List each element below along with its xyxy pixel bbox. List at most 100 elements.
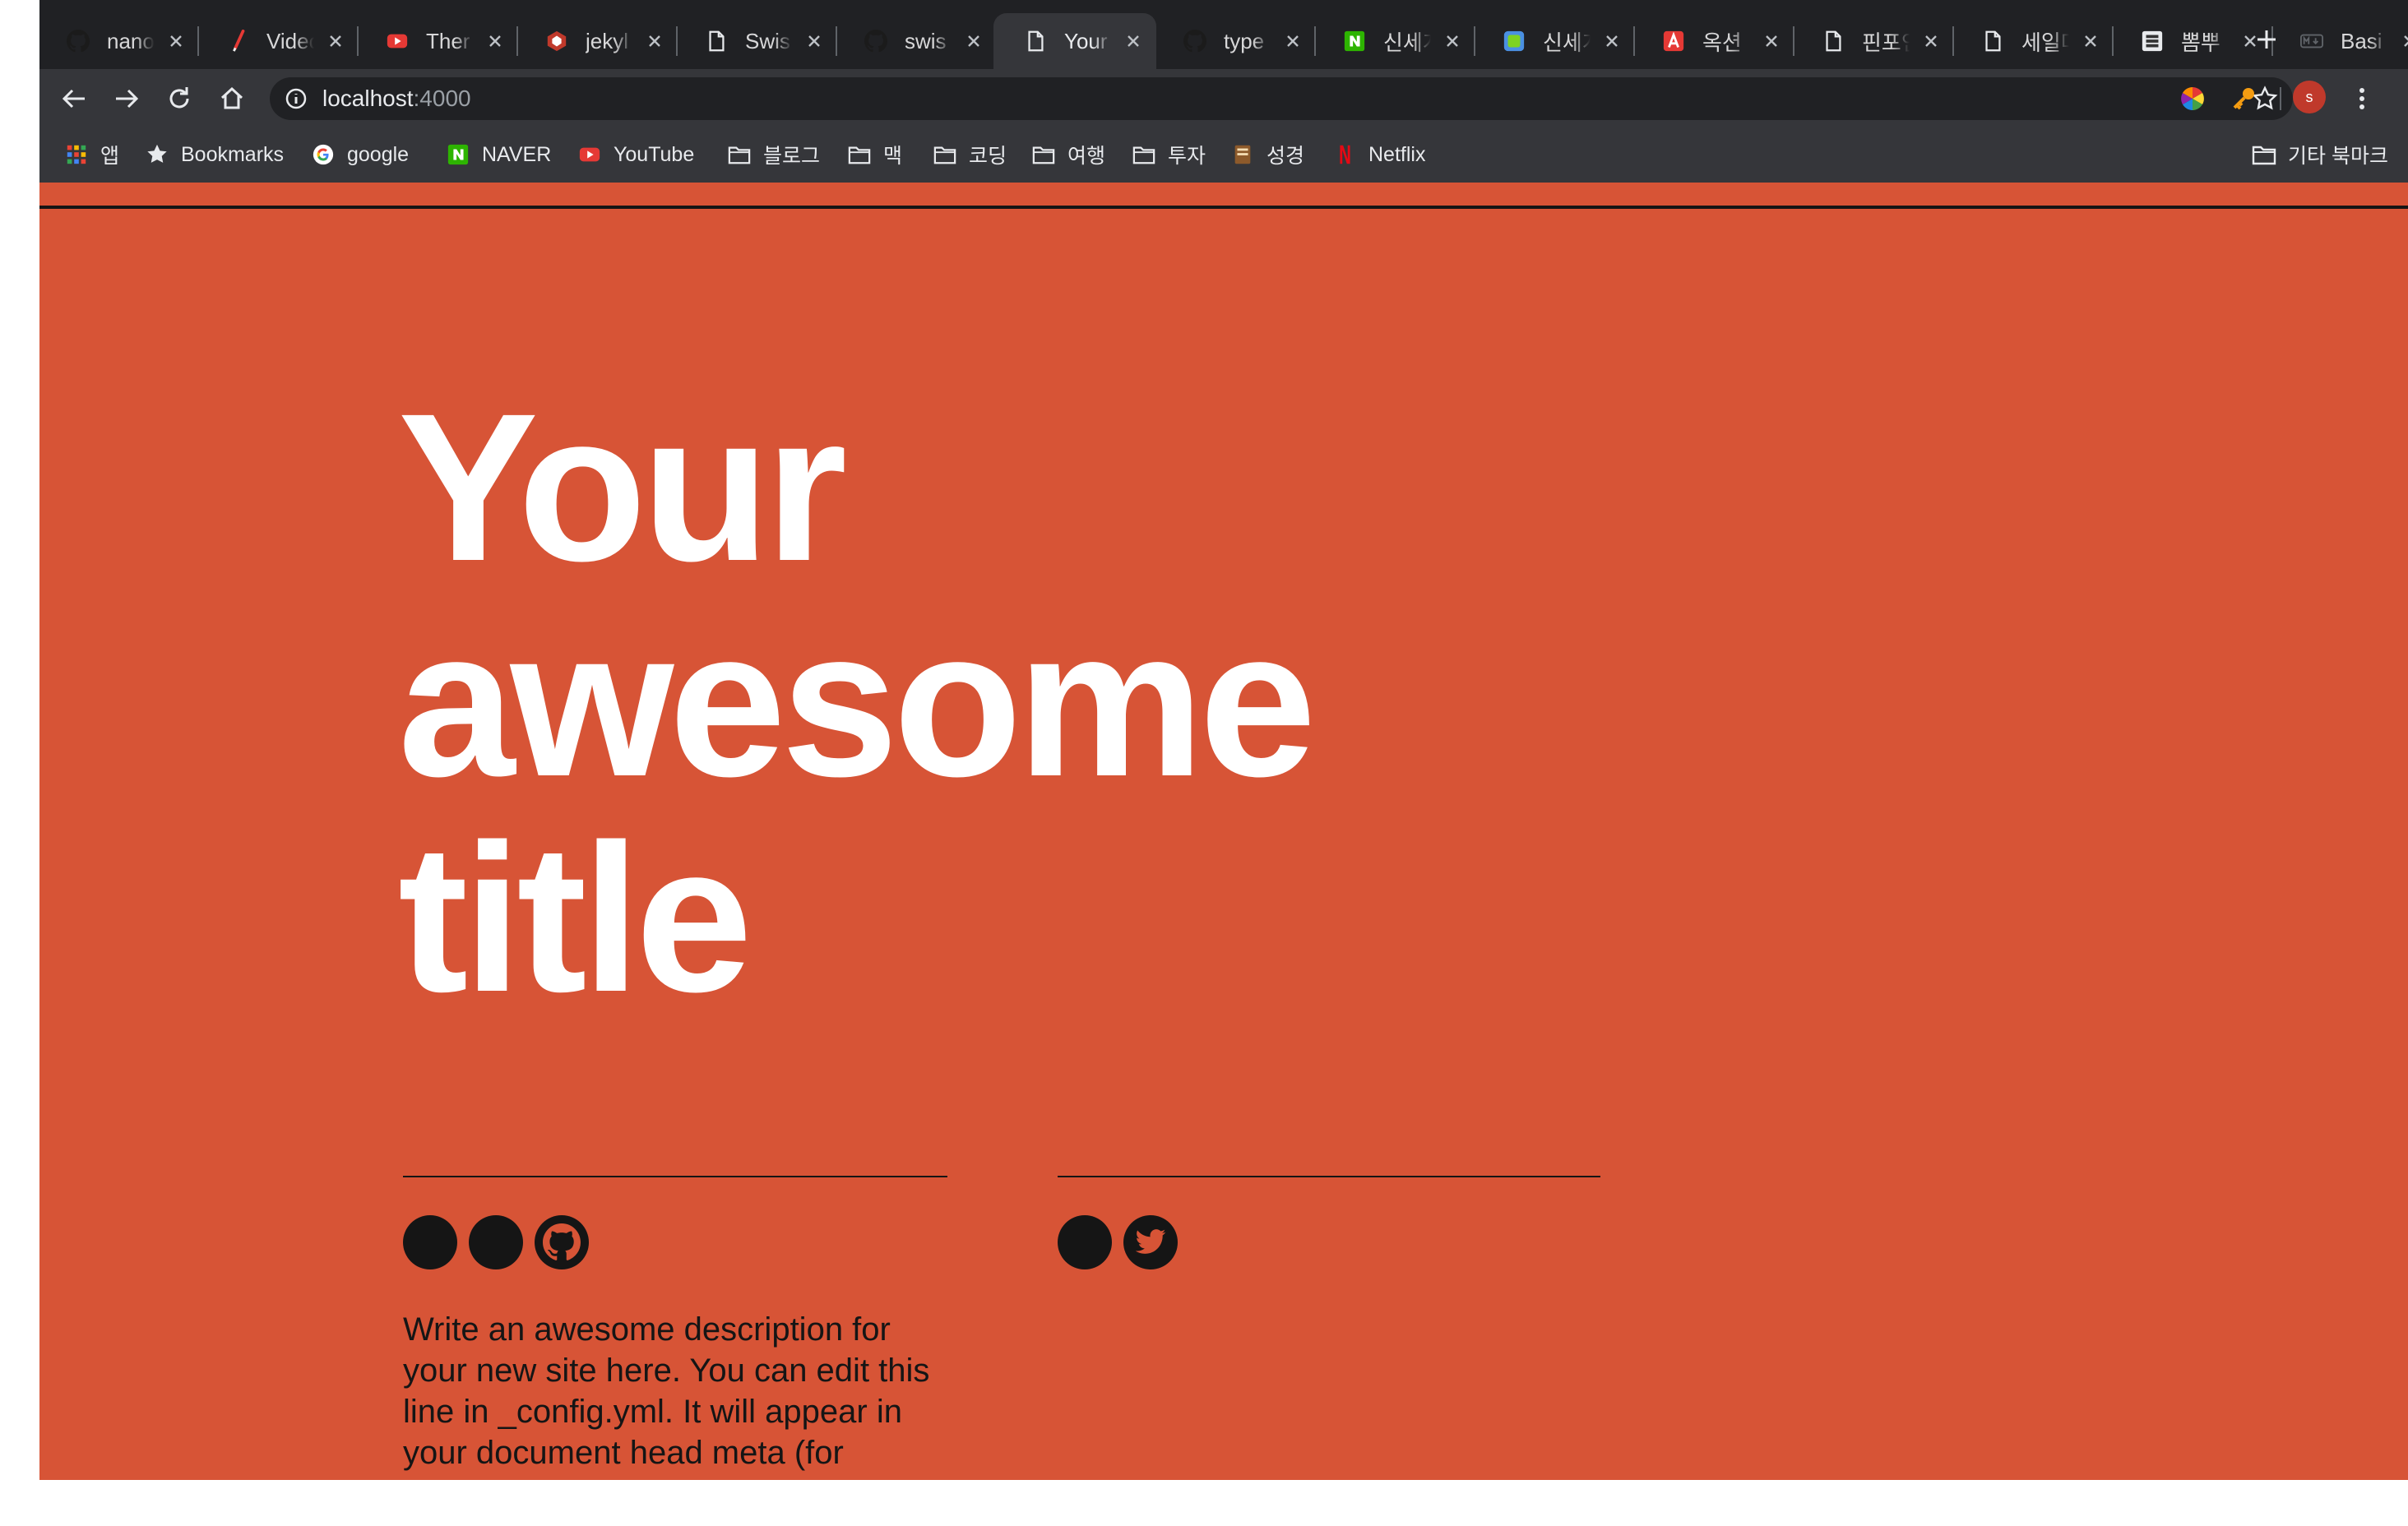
browser-tab[interactable]: 옥션 [1632,13,1794,69]
home-button[interactable] [215,82,248,115]
close-icon [2085,35,2096,47]
page-content: Your awesome title Write an awesome desc… [39,183,2408,1480]
toolbar-divider [2280,87,2281,110]
tab-separator [357,26,359,56]
address-bar[interactable]: localhost:4000 [270,77,2293,120]
url-port: :4000 [413,86,471,111]
browser-tab[interactable]: 신세계 [1313,13,1475,69]
bookmark-item[interactable]: google [311,138,409,171]
browser-tab[interactable]: Ther [355,13,518,69]
star-icon [145,142,169,167]
tab-close-button[interactable] [1760,30,1783,53]
arrow-right-icon [116,89,139,109]
other-bookmarks[interactable]: 기타 북마크 [2252,138,2388,171]
folder-icon [2252,142,2276,167]
bookmark-item[interactable]: 블로그 [727,138,820,171]
browser-tab[interactable]: swis [834,13,997,69]
browser-tab[interactable]: jekyl [515,13,678,69]
info-icon[interactable] [285,87,308,110]
social-link-3[interactable] [1058,1215,1112,1269]
tab-title: Ther [426,28,470,53]
apps-grid-icon [64,142,89,167]
folder-icon [1031,142,1056,167]
tab-separator [516,26,518,56]
tab-close-button[interactable] [1919,30,1943,53]
profile-avatar[interactable]: s [2293,81,2326,113]
menu-button[interactable] [2347,84,2377,113]
browser-tab[interactable]: 세일마 [1951,13,2114,69]
social-link-2[interactable] [469,1215,523,1269]
tab-close-button[interactable] [1600,30,1623,53]
tab-close-button[interactable] [2079,30,2102,53]
browser-tab[interactable]: Swis [674,13,837,69]
bookmark-item[interactable]: 성경 [1230,138,1304,171]
browser-tab[interactable]: nano [39,13,199,69]
browser-tab[interactable]: Your [993,13,1156,69]
document-icon [704,29,729,53]
tab-close-button[interactable] [484,30,507,53]
back-button[interactable] [58,82,90,115]
browser-tab[interactable]: 신세계 [1472,13,1635,69]
github-icon [543,1223,581,1260]
youtube-icon [577,142,602,167]
site-description: Write an awesome description for your ne… [403,1311,930,1471]
bookmarks-bar: 앱 Bookmarks google NAVER YouTube 블로그 맥 코딩 여행 투자 성경… [39,127,2408,183]
tab-close-button[interactable] [1441,30,1464,53]
tab-close-button[interactable] [803,30,826,53]
right-column-rule [1058,1176,1600,1177]
tab-separator [1793,26,1794,56]
key-extension-button[interactable] [2229,84,2258,113]
github-link[interactable] [535,1215,589,1269]
tab-separator [1314,26,1316,56]
tab-title: nano [107,28,155,53]
browser-tab[interactable]: 핀포인트 [1791,13,1954,69]
close-icon [489,35,501,47]
tab-title: Video [266,28,314,53]
reload-button[interactable] [163,82,196,115]
close-icon [2404,35,2408,47]
key-icon [2233,88,2254,110]
bookmark-item[interactable]: Bookmarks [145,138,284,171]
tab-separator [1952,26,1954,56]
bookmark-label: 맥 [883,145,903,168]
tab-close-button[interactable] [164,30,188,53]
bookmark-item[interactable]: 맥 [847,138,902,171]
tab-title: 핀포인트 [1862,30,1910,55]
bookmark-label: 앱 [100,145,120,168]
bookmark-item[interactable]: 앱 [64,138,119,171]
github-icon [66,29,90,53]
bookmark-item[interactable]: NAVER [446,138,551,171]
bookmark-item[interactable]: YouTube [577,138,694,171]
toolbar: localhost:4000 [39,69,2408,127]
bookmark-item[interactable]: 여행 [1031,138,1105,171]
markdown-icon [2299,29,2324,53]
tab-close-button[interactable] [324,30,347,53]
tab-close-button[interactable] [962,30,985,53]
site-title: Your awesome title [398,380,1632,1026]
close-icon [1766,35,1777,47]
github-icon [864,29,888,53]
close-icon [649,35,660,47]
tab-close-button[interactable] [1281,30,1304,53]
bookmark-item[interactable]: Netflix [1332,138,1425,171]
tab-title: Swis [745,28,790,53]
tab-close-button[interactable] [1122,30,1145,53]
url-text[interactable]: localhost:4000 [322,86,471,112]
browser-tab[interactable]: type [1153,13,1316,69]
browser-tab[interactable]: 뽐뿌 [2110,13,2273,69]
browser-tab[interactable]: Basi [2270,13,2408,69]
new-tab-button[interactable] [2252,25,2281,54]
forward-button[interactable] [110,82,143,115]
tab-close-button[interactable] [643,30,666,53]
document-icon [1023,29,1048,53]
browser-tab[interactable]: Video [196,13,359,69]
folder-icon [727,142,752,167]
tab-close-button[interactable] [2398,30,2408,53]
social-link-1[interactable] [403,1215,457,1269]
twitter-link[interactable] [1123,1215,1178,1269]
bookmark-item[interactable]: 투자 [1132,138,1206,171]
bookmark-item[interactable]: 코딩 [933,138,1007,171]
arrow-left-icon [62,89,85,109]
color-extension-button[interactable] [2178,84,2207,113]
naver-icon [1342,29,1367,53]
